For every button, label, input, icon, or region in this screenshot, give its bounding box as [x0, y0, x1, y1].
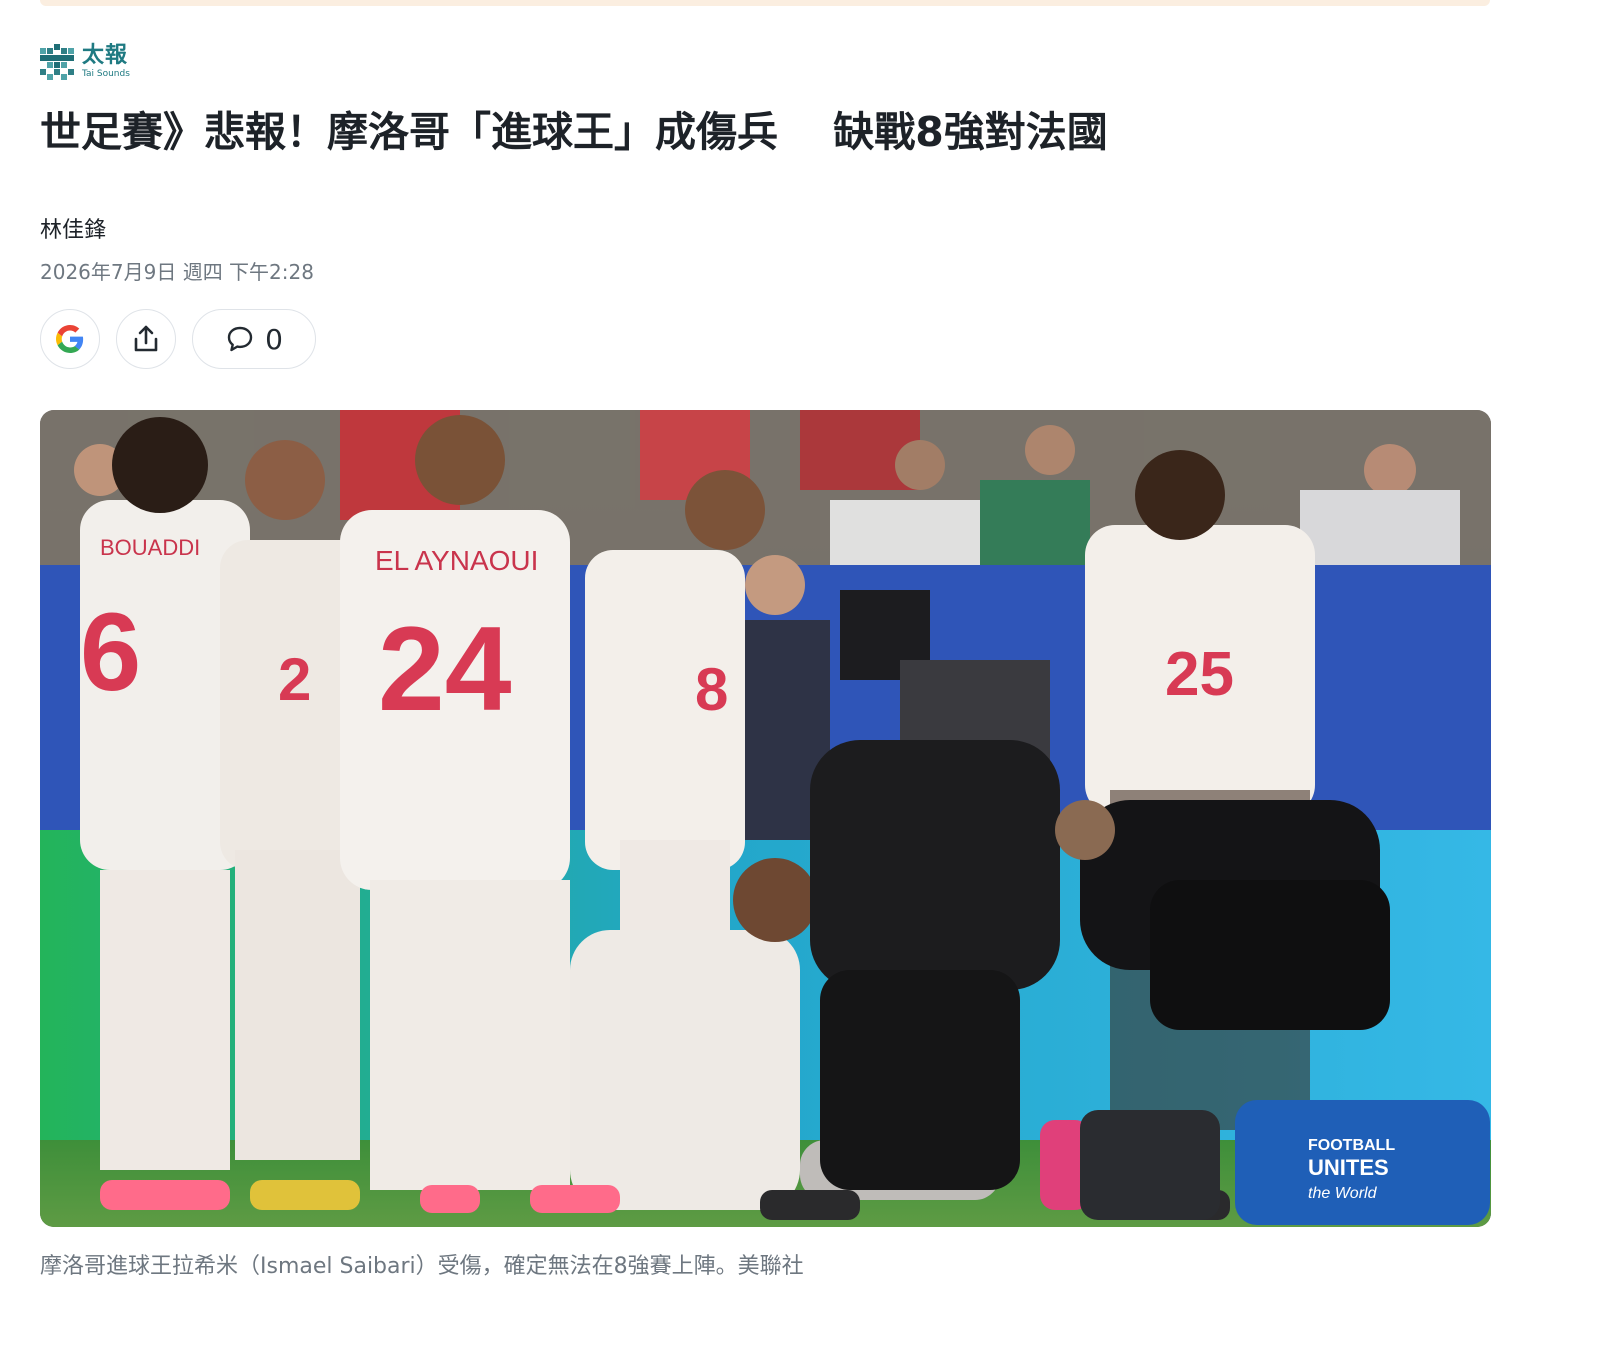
- publisher-logo-mark: [40, 44, 74, 80]
- share-icon: [134, 325, 158, 352]
- article-headline: 世足賽》悲報！摩洛哥「進球王」成傷兵 缺戰8強對法國: [40, 108, 1108, 156]
- svg-text:BOUADDI: BOUADDI: [100, 535, 200, 560]
- svg-text:EL AYNAOUI: EL AYNAOUI: [375, 545, 538, 576]
- article-author[interactable]: 林佳鋒: [40, 212, 106, 244]
- article-actions: 0: [40, 309, 316, 369]
- svg-text:the World: the World: [1308, 1185, 1378, 1202]
- svg-text:25: 25: [1165, 640, 1234, 709]
- svg-text:FOOTBALL: FOOTBALL: [1308, 1137, 1395, 1154]
- comments-button[interactable]: 0: [192, 309, 316, 369]
- svg-text:2: 2: [278, 646, 311, 713]
- article-photo[interactable]: BOUADDI 6 2 EL AYNAOUI 24 8 25 FOOTBALL …: [40, 410, 1491, 1227]
- player-24: EL AYNAOUI 24: [340, 415, 570, 1190]
- article-timestamp: 2026年7月9日 週四 下午2:28: [40, 260, 314, 284]
- google-button[interactable]: [40, 309, 100, 369]
- photo-caption: 摩洛哥進球王拉希米（Ismael Saibari）受傷，確定無法在8強賽上陣。美…: [40, 1254, 804, 1279]
- google-icon: [56, 325, 84, 353]
- svg-text:8: 8: [695, 656, 728, 723]
- svg-text:UNITES: UNITES: [1308, 1155, 1389, 1180]
- publisher-subtitle: Tai Sounds: [82, 69, 130, 79]
- top-banner-strip: [40, 0, 1490, 6]
- medical-bag: FOOTBALL UNITES the World: [1080, 1100, 1490, 1225]
- publisher-logo[interactable]: 太報 Tai Sounds: [40, 44, 130, 80]
- svg-text:24: 24: [378, 602, 512, 736]
- comment-count: 0: [265, 322, 283, 356]
- svg-text:6: 6: [80, 591, 141, 714]
- publisher-name: 太報: [82, 43, 129, 68]
- comment-icon: [227, 326, 253, 352]
- share-button[interactable]: [116, 309, 176, 369]
